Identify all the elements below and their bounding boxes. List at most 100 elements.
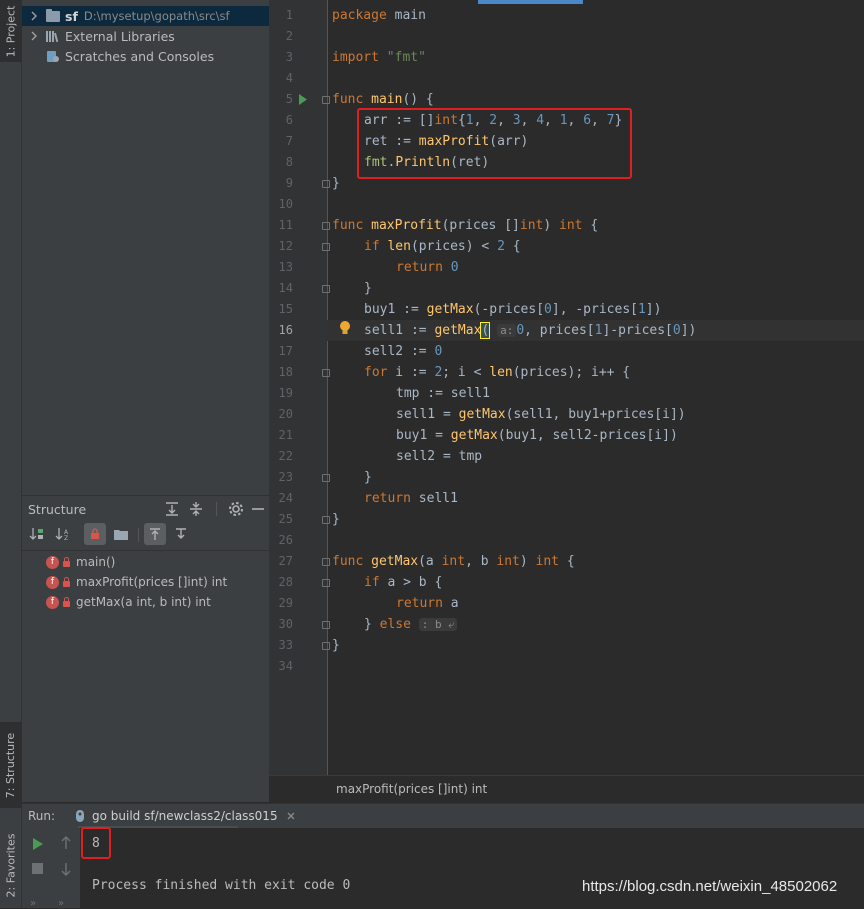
lock-icon <box>63 596 70 607</box>
tree-item-sf[interactable]: sf D:\mysetup\gopath\src\sf <box>22 6 269 26</box>
project-tab-label: 1: Project <box>4 5 18 57</box>
run-panel-header: Run: go build sf/newclass2/class015 <box>22 803 864 829</box>
function-badge-icon: f <box>46 595 59 609</box>
collapse-all-icon[interactable] <box>186 500 206 518</box>
line-number: 30 <box>278 617 293 631</box>
fold-marker-icon[interactable] <box>322 558 330 566</box>
run-console[interactable]: 8 Process finished with exit code 0 <box>80 828 864 908</box>
lock-icon <box>91 528 99 539</box>
fold-marker-icon[interactable] <box>322 243 330 251</box>
output-highlight-box <box>81 827 111 859</box>
autoscroll-from-source-button[interactable] <box>170 523 192 545</box>
lock-icon <box>63 556 70 567</box>
code-line-33: } <box>332 638 340 653</box>
line-number: 17 <box>278 344 293 358</box>
line-number: 33 <box>278 638 293 652</box>
favorites-tab-label: 2: Favorites <box>4 833 18 897</box>
run-gutter-icon[interactable] <box>298 94 308 105</box>
line-number: 14 <box>278 281 293 295</box>
tool-window-stripe: 1: Project 7: Structure 2: Favorites <box>0 0 22 908</box>
code-line-16: sell1 := getMax( a: 0, prices[1]-prices[0… <box>364 322 697 339</box>
line-number: 19 <box>278 386 293 400</box>
sort-by-visibility-button[interactable] <box>26 523 48 545</box>
structure-item-getmax[interactable]: f getMax(a int, b int) int <box>46 592 211 612</box>
line-number: 3 <box>285 50 293 64</box>
line-number: 5 <box>285 92 293 106</box>
line-number: 4 <box>285 71 293 85</box>
watermark: https://blog.csdn.net/weixin_48502062 <box>582 878 838 895</box>
sort-icon <box>29 528 43 540</box>
fold-marker-icon[interactable] <box>322 516 330 524</box>
arrow-up-icon[interactable] <box>60 836 72 850</box>
lock-icon <box>63 576 70 587</box>
fold-marker-icon[interactable] <box>322 285 330 293</box>
close-icon[interactable] <box>286 811 296 821</box>
more-icon[interactable]: » <box>30 898 36 909</box>
library-icon <box>46 31 59 42</box>
tree-item-scratches[interactable]: Scratches and Consoles <box>22 46 269 66</box>
line-number: 12 <box>278 239 293 253</box>
highlight-box <box>357 108 632 179</box>
fold-marker-icon[interactable] <box>322 369 330 377</box>
fold-marker-icon[interactable] <box>322 474 330 482</box>
fold-marker-icon[interactable] <box>322 96 330 104</box>
fold-marker-icon[interactable] <box>322 621 330 629</box>
favorites-tool-tab[interactable]: 2: Favorites <box>0 822 22 908</box>
show-private-button[interactable] <box>84 523 106 545</box>
line-number: 10 <box>278 197 293 211</box>
sort-alpha-icon: AZ <box>55 528 69 541</box>
tree-root-name: sf <box>65 8 78 24</box>
fold-marker-icon[interactable] <box>322 222 330 230</box>
code-line-15: buy1 := getMax(-prices[0], -prices[1]) <box>364 302 662 317</box>
more-icon[interactable]: » <box>58 898 64 909</box>
code-line-13: return 0 <box>396 260 459 275</box>
fold-marker-icon[interactable] <box>322 642 330 650</box>
run-tab[interactable]: go build sf/newclass2/class015 <box>74 804 296 828</box>
folded-code-hint[interactable]: : b ⤶ <box>418 618 458 631</box>
structure-tool-tab[interactable]: 7: Structure <box>0 722 22 808</box>
structure-panel: Structure AZ f main() f maxProfit(prices… <box>22 495 269 802</box>
structure-title: Structure <box>28 502 87 517</box>
code-line-14: } <box>364 281 372 296</box>
line-number: 24 <box>278 491 293 505</box>
show-packages-button[interactable] <box>110 523 132 545</box>
folder-icon <box>114 530 128 540</box>
scratches-icon <box>47 50 59 62</box>
chevron-right-icon[interactable] <box>28 30 40 42</box>
structure-item-maxprofit[interactable]: f maxProfit(prices []int) int <box>46 572 227 592</box>
line-number: 22 <box>278 449 293 463</box>
run-tab-label: go build sf/newclass2/class015 <box>92 809 278 823</box>
code-line-18: for i := 2; i < len(prices); i++ { <box>364 365 631 380</box>
chevron-right-icon[interactable] <box>28 10 40 22</box>
arrow-down-icon[interactable] <box>60 862 72 876</box>
code-line-12: if len(prices) < 2 { <box>364 239 521 254</box>
line-number: 13 <box>278 260 293 274</box>
lightbulb-icon[interactable] <box>339 320 351 336</box>
line-number: 21 <box>278 428 293 442</box>
structure-item-label: getMax(a int, b int) int <box>76 595 211 609</box>
code-line-11: func maxProfit(prices []int) int { <box>332 218 599 233</box>
autoscroll-to-source-button[interactable] <box>144 523 166 545</box>
fold-marker-icon[interactable] <box>322 579 330 587</box>
fold-marker-icon[interactable] <box>322 180 330 188</box>
project-tool-tab[interactable]: 1: Project <box>0 0 22 62</box>
line-number-current: 16 <box>278 323 293 337</box>
scratches-label: Scratches and Consoles <box>65 48 215 64</box>
code-line-28: if a > b { <box>364 575 443 590</box>
code-line-1: package main <box>332 8 426 23</box>
structure-tab-label: 7: Structure <box>4 732 18 798</box>
breadcrumb[interactable]: maxProfit(prices []int) int <box>336 782 487 796</box>
code-line-19: tmp := sell1 <box>396 386 490 401</box>
structure-item-main[interactable]: f main() <box>46 552 115 572</box>
scroll-to-source-icon <box>150 528 160 540</box>
rerun-icon[interactable] <box>32 838 44 850</box>
line-number: 34 <box>278 659 293 673</box>
stop-icon[interactable] <box>32 863 43 874</box>
code-line-20: sell1 = getMax(sell1, buy1+prices[i]) <box>396 407 686 422</box>
project-panel: sf D:\mysetup\gopath\src\sf External Lib… <box>22 0 269 495</box>
gear-icon[interactable] <box>227 500 245 518</box>
minimize-icon[interactable] <box>249 500 267 518</box>
tree-item-external-libraries[interactable]: External Libraries <box>22 26 269 46</box>
sort-alpha-button[interactable]: AZ <box>52 523 74 545</box>
expand-all-icon[interactable] <box>162 500 182 518</box>
